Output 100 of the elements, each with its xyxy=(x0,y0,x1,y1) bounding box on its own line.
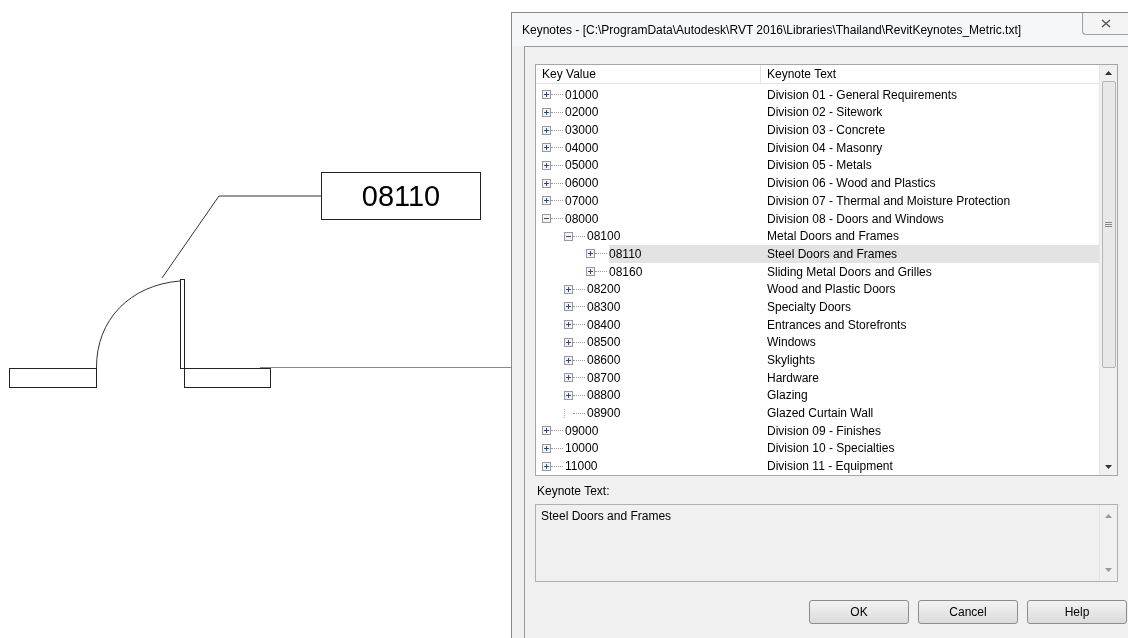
keynote-text: Division 06 - Wood and Plastics xyxy=(767,176,936,191)
expand-icon[interactable] xyxy=(564,337,573,347)
key-value: 08300 xyxy=(587,299,622,314)
expand-icon[interactable] xyxy=(542,90,551,100)
keynote-text: Division 08 - Doors and Windows xyxy=(767,211,944,226)
column-header[interactable]: Keynote Text xyxy=(761,65,1099,83)
expand-icon[interactable] xyxy=(542,160,551,170)
expand-icon[interactable] xyxy=(564,302,573,312)
keynote-text: Division 02 - Sitework xyxy=(767,105,883,120)
key-value: 08100 xyxy=(587,229,622,244)
key-value: 06000 xyxy=(565,176,600,191)
tree-row[interactable]: 09000 Division 09 - Finishes xyxy=(565,421,1099,440)
tree-row[interactable]: 04000 Division 04 - Masonry xyxy=(565,138,1099,157)
dialog-button[interactable]: OK xyxy=(809,600,909,624)
field-label: Keynote Text: xyxy=(537,484,611,498)
keynote-text: Division 10 - Specialties xyxy=(767,441,895,456)
expand-icon[interactable] xyxy=(564,373,573,383)
keynote-text: Metal Doors and Frames xyxy=(767,229,900,244)
key-value: 10000 xyxy=(565,441,600,456)
keynote-text: Division 05 - Metals xyxy=(767,158,872,173)
key-value: 01000 xyxy=(565,87,600,102)
keynote-text: Wood and Plastic Doors xyxy=(767,282,896,297)
expand-icon[interactable] xyxy=(564,355,573,365)
scrollbar[interactable] xyxy=(1099,65,1117,475)
tree-row[interactable]: 03000 Division 03 - Concrete xyxy=(565,121,1099,139)
tree-row[interactable]: 08500 Windows xyxy=(587,333,1099,352)
expand-icon[interactable] xyxy=(542,107,551,117)
key-value: 07000 xyxy=(565,193,600,208)
field-value: Steel Doors and Frames xyxy=(540,508,673,525)
key-value: 08700 xyxy=(587,370,622,385)
keynote-text: Division 03 - Concrete xyxy=(767,123,886,138)
keynote-text: Windows xyxy=(767,335,816,350)
tree-row[interactable]: 08110 Steel Doors and Frames xyxy=(609,245,1099,263)
key-value: 08600 xyxy=(587,353,622,368)
keynote-text: Division 04 - Masonry xyxy=(767,140,883,155)
key-value: 09000 xyxy=(565,423,600,438)
key-value: 08900 xyxy=(587,406,622,421)
keynote-text: Division 07 - Thermal and Moisture Protection xyxy=(767,193,1011,208)
tree-row[interactable]: 02000 Division 02 - Sitework xyxy=(565,103,1099,122)
scroll-thumb[interactable] xyxy=(1101,81,1116,368)
key-value: 08000 xyxy=(565,211,600,226)
keynote-text: Division 11 - Equipment xyxy=(767,459,893,474)
keynote-text: Specialty Doors xyxy=(767,299,852,314)
collapse-icon[interactable] xyxy=(542,214,551,224)
keynote-text: Hardware xyxy=(767,370,820,385)
tree-row[interactable]: 08100 Metal Doors and Frames xyxy=(587,227,1099,246)
column-header[interactable]: Key Value xyxy=(536,65,761,83)
dialog-button[interactable]: Cancel xyxy=(918,600,1018,624)
expand-icon[interactable] xyxy=(586,267,595,277)
tree-row[interactable]: 08800 Glazing xyxy=(587,386,1099,405)
tree-row[interactable]: 08400 Entrances and Storefronts xyxy=(587,315,1099,334)
keynote-text: Division 01 - General Requirements xyxy=(767,87,958,102)
grip-icon xyxy=(1105,222,1112,227)
expand-icon[interactable] xyxy=(542,143,551,153)
keynote-tag: 08110 xyxy=(321,172,481,220)
tree-row[interactable]: 08160 Sliding Metal Doors and Grilles xyxy=(609,262,1099,281)
close-icon xyxy=(1100,19,1111,28)
keynote-text: Division 09 - Finishes xyxy=(767,423,882,438)
tree-row[interactable]: 08200 Wood and Plastic Doors xyxy=(587,280,1099,299)
expand-icon[interactable] xyxy=(564,390,573,400)
expand-icon[interactable] xyxy=(542,125,551,135)
tree-row[interactable]: 08300 Specialty Doors xyxy=(587,298,1099,316)
expand-icon[interactable] xyxy=(542,443,551,453)
expand-icon[interactable] xyxy=(542,426,551,436)
expand-icon[interactable] xyxy=(542,196,551,206)
tree-row[interactable]: 08700 Hardware xyxy=(587,368,1099,387)
key-value: 03000 xyxy=(565,123,600,138)
key-value: 08200 xyxy=(587,282,622,297)
keynote-text: Skylights xyxy=(767,353,816,368)
expand-icon[interactable] xyxy=(542,461,551,471)
collapse-icon[interactable] xyxy=(564,231,573,241)
expand-icon[interactable] xyxy=(542,178,551,188)
key-value: 08110 xyxy=(609,246,643,261)
scroll-up-icon[interactable] xyxy=(1105,71,1112,75)
tree-row[interactable]: 06000 Division 06 - Wood and Plastics xyxy=(565,174,1099,192)
expand-icon[interactable] xyxy=(586,249,595,259)
tree-row[interactable]: 07000 Division 07 - Thermal and Moisture Protection xyxy=(565,192,1099,210)
window-title: Keynotes - [C:\ProgramData\Autodesk\RVT 2016\Libraries\Thailand\RevitKeynotes_Metric.txt] xyxy=(522,22,1022,37)
dialog-button[interactable]: Help xyxy=(1027,600,1127,624)
key-value: 08160 xyxy=(609,264,644,279)
keynote-text: Glazed Curtain Wall xyxy=(767,406,874,421)
key-value: 04000 xyxy=(565,140,600,155)
tree-row[interactable]: 08000 Division 08 - Doors and Windows xyxy=(565,209,1099,228)
tree-row[interactable]: 01000 Division 01 - General Requirements xyxy=(565,85,1099,104)
keynote-text: Steel Doors and Frames xyxy=(767,246,898,261)
tree-row[interactable]: 08900 Glazed Curtain Wall xyxy=(587,404,1099,422)
key-value: 08500 xyxy=(587,335,622,350)
key-value: 05000 xyxy=(565,158,600,173)
key-value: 08800 xyxy=(587,388,622,403)
tree-row[interactable]: 08600 Skylights xyxy=(587,351,1099,369)
expand-icon[interactable] xyxy=(564,320,573,330)
tree-row[interactable]: 05000 Division 05 - Metals xyxy=(565,156,1099,175)
close-button[interactable] xyxy=(1082,13,1128,35)
expand-icon[interactable] xyxy=(564,284,573,294)
tree-row[interactable]: 11000 Division 11 - Equipment xyxy=(565,457,1099,475)
keynote-text: Glazing xyxy=(767,388,808,403)
scroll-down-icon[interactable] xyxy=(1105,465,1112,469)
key-value: 08400 xyxy=(587,317,622,332)
tree-row[interactable]: 10000 Division 10 - Specialties xyxy=(565,439,1099,458)
key-value: 02000 xyxy=(565,105,600,120)
